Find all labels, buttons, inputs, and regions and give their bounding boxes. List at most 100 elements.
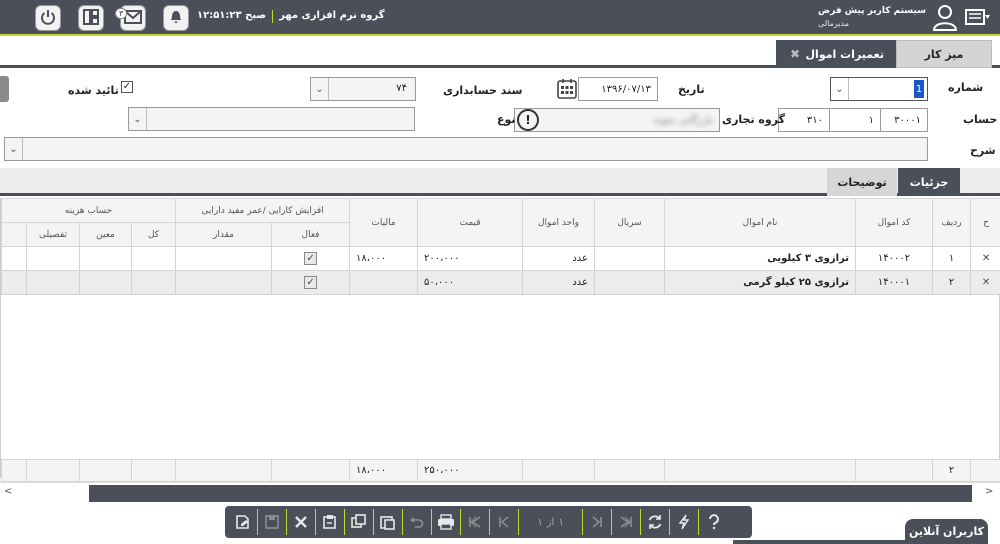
cell-unit: عدد: [522, 246, 596, 271]
approved-label: تائید شده: [68, 84, 119, 97]
account-sub-field[interactable]: ۱: [829, 108, 881, 132]
tab-desk[interactable]: میز کار: [896, 40, 992, 68]
date-field[interactable]: ۱۳۹۶/۰۷/۱۳: [578, 77, 658, 101]
cell-total: [131, 270, 176, 295]
cell-extra: [1, 270, 27, 295]
page-total: ۱: [537, 516, 543, 528]
col-header-total[interactable]: کل: [131, 222, 176, 247]
next-page-icon[interactable]: [583, 509, 612, 535]
company-info: ۱۲:۵۱:۲۳ صبح گروه نرم افزاری مهر: [197, 10, 385, 23]
horizontal-scrollbar[interactable]: < >: [0, 482, 1000, 502]
col-header-specific[interactable]: معین: [79, 222, 132, 247]
notification-button[interactable]: [163, 5, 189, 31]
chevron-down-icon[interactable]: ⌄: [5, 138, 23, 160]
dashboard-button[interactable]: [78, 5, 104, 31]
col-header-serial[interactable]: سریال: [594, 198, 666, 247]
type-label: نوع: [497, 113, 516, 126]
close-icon[interactable]: ✖: [790, 47, 800, 61]
chevron-down-icon[interactable]: ⌄: [129, 108, 147, 130]
description-select[interactable]: ⌄: [4, 137, 928, 161]
col-header-extra: [1, 222, 27, 247]
cancel-icon[interactable]: [287, 509, 316, 535]
accounting-doc-select[interactable]: ⌄ ۷۴: [310, 77, 416, 101]
number-label: شماره: [948, 81, 984, 94]
col-header-price[interactable]: قیمت: [417, 198, 524, 247]
menu-icon[interactable]: [964, 6, 992, 28]
power-button[interactable]: [35, 5, 61, 31]
new-doc-icon[interactable]: [229, 509, 258, 535]
user-icon[interactable]: [932, 3, 958, 31]
messages-button[interactable]: ۳: [115, 5, 146, 31]
edit-doc-icon[interactable]: [316, 509, 345, 535]
paste-icon[interactable]: [374, 509, 403, 535]
last-page-icon[interactable]: [612, 509, 641, 535]
account-code2: ۳۱۰: [806, 114, 823, 126]
tab-label: تعمیرات اموال: [805, 47, 885, 61]
cell-code: ۱۴۰۰۰۱: [855, 270, 934, 295]
col-header-active[interactable]: فعال: [271, 222, 351, 247]
first-page-icon[interactable]: [461, 509, 490, 535]
scroll-thumb[interactable]: [89, 485, 972, 502]
cell-total: [131, 246, 176, 271]
col-header-amount[interactable]: مقدار: [174, 222, 273, 247]
chevron-down-icon[interactable]: ⌄: [311, 78, 329, 100]
user-info: سیستم کاربر پیش فرض مدیرمالی: [818, 6, 926, 28]
delete-row-icon[interactable]: ✕: [970, 270, 1000, 295]
col-header-del[interactable]: ح: [970, 198, 1000, 247]
copy-icon[interactable]: [345, 509, 374, 535]
business-group-field[interactable]: بازرگانی نمونه: [514, 108, 720, 132]
lightning-icon[interactable]: [670, 509, 699, 535]
scroll-left-icon[interactable]: <: [4, 486, 12, 497]
cell-serial: [594, 270, 666, 295]
cell-unit: عدد: [522, 270, 596, 295]
active-checkbox[interactable]: ✓: [304, 252, 318, 265]
details-grid: ح ردیف کد اموال نام اموال سریال واحد امو…: [0, 198, 1000, 482]
total-price: ۲۵۰،۰۰۰: [417, 459, 523, 482]
col-header-row[interactable]: ردیف: [932, 198, 972, 247]
cell-amount: [174, 246, 273, 271]
side-panel-handle[interactable]: [0, 76, 9, 102]
tab-details[interactable]: جزئیات: [898, 168, 960, 196]
print-icon[interactable]: [432, 509, 461, 535]
cell-price: ۵۰،۰۰۰: [417, 270, 524, 295]
save-icon[interactable]: [258, 509, 287, 535]
separator: [272, 10, 274, 23]
company-name: گروه نرم افزاری مهر: [279, 10, 385, 21]
bell-icon: [168, 9, 184, 28]
col-header-code[interactable]: کد اموال: [855, 198, 934, 247]
scroll-right-icon[interactable]: >: [985, 486, 993, 497]
tab-descriptions[interactable]: توضیحات: [827, 168, 897, 196]
prev-page-icon[interactable]: [490, 509, 519, 535]
table-row[interactable]: ✕ ۱ ۱۴۰۰۰۲ ترازوی ۳ کیلویی عدد ۲۰۰،۰۰۰ ۱…: [1, 246, 1000, 271]
totals-row: ۲ ۲۵۰،۰۰۰ ۱۸،۰۰۰: [1, 459, 1000, 482]
col-header-tax[interactable]: مالیات: [349, 198, 419, 247]
account-code: ۳۰۰۰۱: [894, 114, 921, 126]
number-value: 1: [914, 80, 924, 98]
calendar-icon[interactable]: [557, 78, 577, 103]
col-group-efficiency: افزایش کارایی /عمر مفید دارایی: [174, 198, 351, 223]
cell-code: ۱۴۰۰۰۲: [855, 246, 934, 271]
refresh-icon[interactable]: [641, 509, 670, 535]
online-users-tab[interactable]: کاربران آنلاین: [905, 519, 988, 544]
cell-row: ۲: [932, 270, 972, 295]
undo-icon[interactable]: [403, 509, 432, 535]
account-label: حساب: [963, 113, 998, 126]
number-field[interactable]: ⌄ 1: [830, 77, 928, 101]
help-icon[interactable]: [699, 509, 728, 535]
bottom-toolbar: ۱ از ۱: [225, 506, 752, 538]
account-code2-field[interactable]: ۳۱۰: [778, 108, 830, 132]
type-select[interactable]: ⌄: [128, 107, 415, 131]
col-group-cost-account: حساب هزینه: [1, 198, 176, 223]
approved-checkbox[interactable]: ✓: [121, 81, 133, 93]
table-row[interactable]: ✕ ۲ ۱۴۰۰۰۱ ترازوی ۲۵ کیلو گرمی عدد ۵۰،۰۰…: [1, 270, 1000, 295]
tab-asset-repairs[interactable]: تعمیرات اموال ✖: [776, 40, 896, 68]
active-checkbox[interactable]: ✓: [304, 276, 318, 289]
account-code-field[interactable]: ۳۰۰۰۱: [880, 108, 928, 132]
col-header-detailed[interactable]: تفصیلی: [26, 222, 80, 247]
col-header-name[interactable]: نام اموال: [664, 198, 857, 247]
chevron-down-icon[interactable]: ⌄: [831, 78, 849, 100]
doc-label: سند حسابداری: [443, 84, 523, 97]
col-header-unit[interactable]: واحد اموال: [522, 198, 596, 247]
delete-row-icon[interactable]: ✕: [970, 246, 1000, 271]
user-role: مدیرمالی: [818, 19, 849, 28]
